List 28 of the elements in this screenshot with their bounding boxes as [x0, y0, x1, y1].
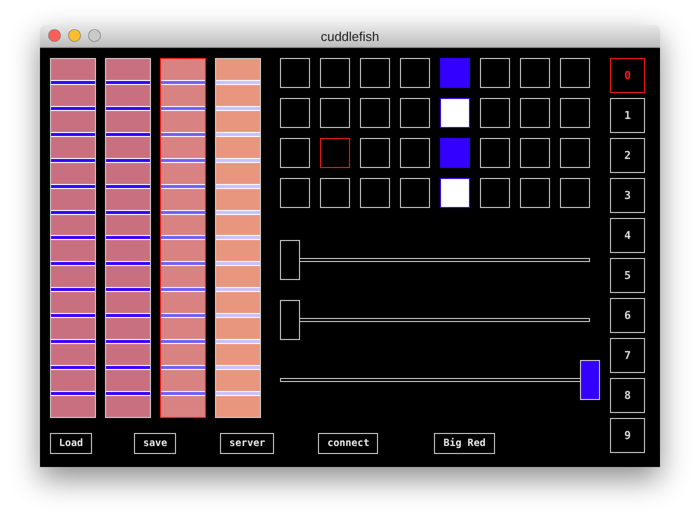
number-button[interactable]: 6 — [610, 298, 645, 333]
action-button[interactable]: connect — [318, 433, 378, 454]
action-button[interactable]: Load — [50, 433, 92, 454]
step-strip[interactable] — [160, 58, 206, 418]
close-icon[interactable] — [48, 29, 61, 42]
minimize-icon[interactable] — [68, 29, 81, 42]
slider-thumb[interactable] — [280, 300, 300, 340]
action-button[interactable]: Big Red — [434, 433, 495, 454]
number-button[interactable]: 4 — [610, 218, 645, 253]
slider-thumb[interactable] — [280, 240, 300, 280]
number-button[interactable]: 1 — [610, 98, 645, 133]
number-button[interactable]: 2 — [610, 138, 645, 173]
window-title: cuddlefish — [320, 28, 380, 44]
action-button[interactable]: save — [134, 433, 176, 454]
slider-thumb[interactable] — [580, 360, 600, 400]
number-button[interactable]: 0 — [610, 58, 645, 93]
pad[interactable] — [440, 98, 470, 128]
step-strip[interactable] — [105, 58, 151, 418]
number-button[interactable]: 3 — [610, 178, 645, 213]
number-button[interactable]: 7 — [610, 338, 645, 373]
pad[interactable] — [440, 178, 470, 208]
number-button[interactable]: 5 — [610, 258, 645, 293]
slider[interactable] — [280, 360, 600, 400]
number-button[interactable]: 9 — [610, 418, 645, 453]
action-button[interactable]: server — [220, 433, 274, 454]
step-strip[interactable] — [50, 58, 96, 418]
number-button[interactable]: 8 — [610, 378, 645, 413]
zoom-icon[interactable] — [88, 29, 101, 42]
